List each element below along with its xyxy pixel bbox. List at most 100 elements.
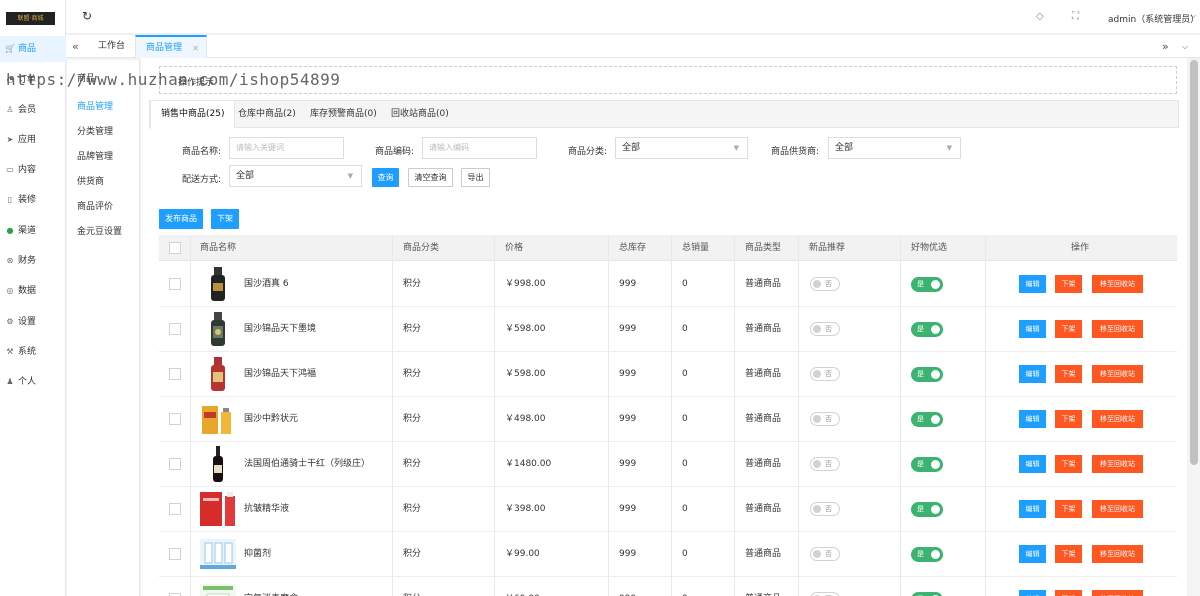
row-checkbox[interactable] [169, 368, 181, 380]
offshelf-button[interactable]: 下架 [211, 209, 239, 229]
offshelf-row-button[interactable]: 下架 [1055, 545, 1082, 563]
tab-warehouse[interactable]: 仓库中商品(2) [238, 101, 296, 128]
move-to-recycle-button[interactable]: 移至回收站 [1092, 275, 1143, 293]
nav-item-11[interactable]: ♟ 个人 [0, 369, 66, 395]
nav-item-6[interactable]: ● 渠道 [0, 218, 66, 244]
offshelf-row-button[interactable]: 下架 [1055, 275, 1082, 293]
row-checkbox[interactable] [169, 413, 181, 425]
tab-stock-warning[interactable]: 库存预警商品(0) [310, 101, 377, 128]
product-name[interactable]: 空气消毒魔盒 [244, 577, 298, 596]
subnav-item-beans[interactable]: 金元豆设置 [77, 224, 122, 237]
row-checkbox[interactable] [169, 548, 181, 560]
nav-item-5[interactable]: ▯ 装修 [0, 187, 66, 213]
new-recommend-switch[interactable]: 否 [810, 277, 840, 291]
tag-icon[interactable]: ◇ [1036, 11, 1044, 22]
move-to-recycle-button[interactable]: 移至回收站 [1092, 455, 1143, 473]
goods-code-input[interactable]: 请输入编码 [422, 137, 537, 159]
offshelf-row-button[interactable]: 下架 [1055, 410, 1082, 428]
best-pick-switch[interactable]: 是 [911, 457, 943, 472]
row-checkbox[interactable] [169, 278, 181, 290]
edit-button[interactable]: 编辑 [1019, 455, 1046, 473]
close-icon[interactable]: ✕ [192, 37, 199, 60]
product-name[interactable]: 国沙酒真 6 [244, 262, 289, 307]
subnav-item-brand[interactable]: 品牌管理 [77, 149, 113, 162]
subnav-item-supplier[interactable]: 供货商 [77, 174, 104, 187]
supplier-select[interactable]: 全部 ▼ [828, 137, 961, 159]
goods-name-input[interactable]: 请输入关键词 [229, 137, 344, 159]
best-pick-switch[interactable]: 是 [911, 412, 943, 427]
nav-item-3[interactable]: ➤ 应用 [0, 127, 66, 153]
tab-on-sale[interactable]: 销售中商品(25) [150, 101, 236, 129]
delivery-select[interactable]: 全部 ▼ [229, 165, 362, 187]
product-name[interactable]: 国沙中黔状元 [244, 397, 298, 442]
move-to-recycle-button[interactable]: 移至回收站 [1092, 500, 1143, 518]
move-to-recycle-button[interactable]: 移至回收站 [1092, 320, 1143, 338]
subnav-item-category[interactable]: 分类管理 [77, 124, 113, 137]
row-checkbox[interactable] [169, 503, 181, 515]
nav-item-10[interactable]: ⚒ 系统 [0, 339, 66, 365]
nav-item-0[interactable]: 🛒 商品 [0, 36, 66, 62]
edit-button[interactable]: 编辑 [1019, 590, 1046, 596]
publish-goods-button[interactable]: 发布商品 [159, 209, 203, 229]
fullscreen-icon[interactable]: ⛶ [1072, 11, 1079, 22]
subnav-item-review[interactable]: 商品评价 [77, 199, 113, 212]
move-to-recycle-button[interactable]: 移至回收站 [1092, 410, 1143, 428]
edit-button[interactable]: 编辑 [1019, 410, 1046, 428]
edit-button[interactable]: 编辑 [1019, 500, 1046, 518]
move-to-recycle-button[interactable]: 移至回收站 [1092, 590, 1143, 596]
user-menu[interactable]: admin（系统管理员） [1108, 12, 1199, 25]
best-pick-switch[interactable]: 是 [911, 592, 943, 596]
offshelf-row-button[interactable]: 下架 [1055, 500, 1082, 518]
scrollbar-thumb[interactable] [1190, 60, 1198, 465]
edit-button[interactable]: 编辑 [1019, 275, 1046, 293]
new-recommend-switch[interactable]: 否 [810, 322, 840, 336]
tab-goods-management[interactable]: 商品管理 ✕ [135, 35, 207, 58]
row-checkbox[interactable] [169, 458, 181, 470]
chevron-down-icon[interactable]: ⌵ [1190, 11, 1196, 21]
offshelf-row-button[interactable]: 下架 [1055, 455, 1082, 473]
nav-item-7[interactable]: ⊛ 财务 [0, 248, 66, 274]
query-button[interactable]: 查询 [372, 168, 399, 187]
clear-query-button[interactable]: 清空查询 [408, 168, 453, 187]
vertical-scrollbar[interactable] [1188, 60, 1200, 596]
offshelf-row-button[interactable]: 下架 [1055, 365, 1082, 383]
move-to-recycle-button[interactable]: 移至回收站 [1092, 545, 1143, 563]
product-name[interactable]: 国沙锦品天下鸿福 [244, 352, 316, 397]
tabs-scroll-left-icon[interactable]: « [72, 35, 79, 58]
product-name[interactable]: 抗皱精华液 [244, 487, 289, 532]
refresh-icon[interactable]: ↻ [82, 9, 92, 23]
best-pick-switch[interactable]: 是 [911, 367, 943, 382]
nav-item-9[interactable]: ⚙ 设置 [0, 309, 66, 335]
product-name[interactable]: 抑菌剂 [244, 532, 271, 577]
best-pick-switch[interactable]: 是 [911, 547, 943, 562]
edit-button[interactable]: 编辑 [1019, 365, 1046, 383]
nav-item-4[interactable]: ▭ 内容 [0, 157, 66, 183]
product-name[interactable]: 国沙锦品天下墨境 [244, 307, 316, 352]
subnav-item-goods-management[interactable]: 商品管理 [77, 99, 113, 112]
edit-button[interactable]: 编辑 [1019, 320, 1046, 338]
best-pick-switch[interactable]: 是 [911, 322, 943, 337]
nav-item-2[interactable]: ♙ 会员 [0, 97, 66, 123]
offshelf-row-button[interactable]: 下架 [1055, 320, 1082, 338]
new-recommend-switch[interactable]: 否 [810, 502, 840, 516]
tab-workbench[interactable]: 工作台 [98, 35, 125, 58]
best-pick-switch[interactable]: 是 [911, 502, 943, 517]
new-recommend-switch[interactable]: 否 [810, 367, 840, 381]
nav-item-8[interactable]: ◎ 数据 [0, 278, 66, 304]
select-all-checkbox[interactable] [169, 242, 181, 254]
best-pick-switch[interactable]: 是 [911, 277, 943, 292]
new-recommend-switch[interactable]: 否 [810, 547, 840, 561]
offshelf-row-button[interactable]: 下架 [1055, 590, 1082, 596]
tab-recycle-bin[interactable]: 回收站商品(0) [391, 101, 449, 128]
new-recommend-switch[interactable]: 否 [810, 412, 840, 426]
edit-button[interactable]: 编辑 [1019, 545, 1046, 563]
move-to-recycle-button[interactable]: 移至回收站 [1092, 365, 1143, 383]
product-name[interactable]: 法国周伯通骑士干红（列级庄） [244, 442, 370, 487]
export-button[interactable]: 导出 [461, 168, 490, 187]
tabs-scroll-right-icon[interactable]: » [1162, 35, 1169, 58]
category-select[interactable]: 全部 ▼ [615, 137, 748, 159]
new-recommend-switch[interactable]: 否 [810, 592, 840, 596]
new-recommend-switch[interactable]: 否 [810, 457, 840, 471]
tabs-menu-icon[interactable]: ⌵ [1182, 35, 1188, 58]
row-checkbox[interactable] [169, 323, 181, 335]
